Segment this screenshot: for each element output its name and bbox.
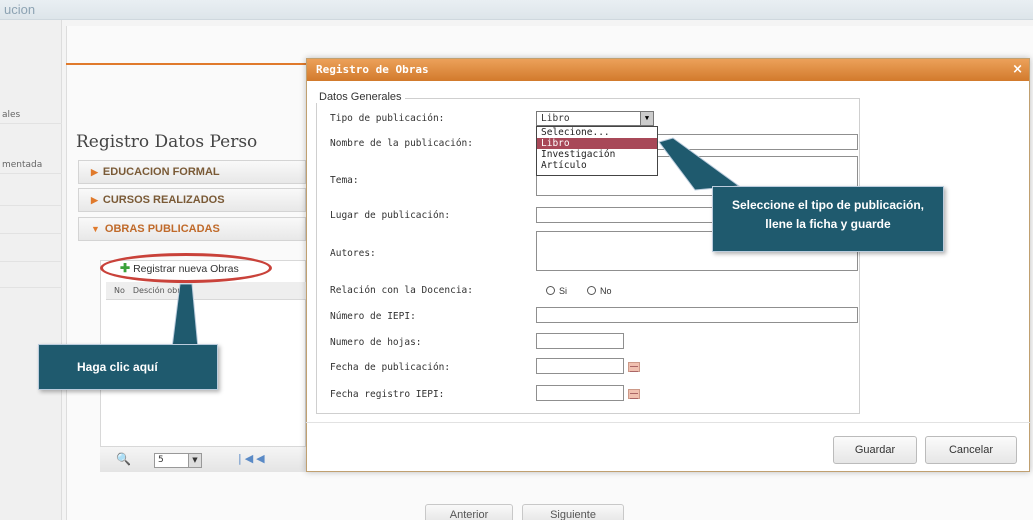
dropdown-option[interactable]: Investigación — [537, 149, 657, 160]
click-here-callout: Haga clic aquí — [38, 344, 218, 390]
hojas-label: Numero de hojas: — [330, 337, 422, 348]
nav-item[interactable] — [0, 270, 62, 288]
fieldset-legend: Datos Generales — [316, 91, 405, 103]
column-header[interactable]: No — [114, 286, 125, 295]
chevron-right-icon: ▶ — [91, 167, 98, 177]
iepi-label: Número de IEPI: — [330, 311, 416, 322]
section-cursos-realizados[interactable]: ▶ CURSOS REALIZADOS — [78, 188, 306, 212]
chevron-down-icon: ▼ — [640, 112, 653, 125]
dropdown-option[interactable]: Artículo — [537, 160, 657, 171]
dialog-title: Registro de Obras — [307, 59, 1029, 81]
calendar-icon[interactable] — [628, 389, 640, 399]
left-nav: ales mentada — [0, 20, 62, 520]
page-size-select[interactable]: 5 ▼ — [154, 453, 202, 468]
nav-item[interactable] — [0, 216, 62, 234]
section-educacion-formal[interactable]: ▶ EDUCACION FORMAL — [78, 160, 306, 184]
column-header[interactable]: Desc — [133, 286, 153, 295]
nombre-label: Nombre de la publicación: — [330, 138, 473, 149]
chevron-right-icon: ▶ — [91, 195, 98, 205]
hojas-input[interactable] — [536, 333, 624, 349]
relacion-no-radio[interactable] — [587, 286, 596, 295]
dropdown-option[interactable]: Selecione... — [537, 127, 657, 138]
fecha-pub-input[interactable] — [536, 358, 624, 374]
relacion-si-radio[interactable] — [546, 286, 555, 295]
tipo-selected-value: Libro — [541, 113, 570, 124]
relacion-si-label: Si — [559, 286, 568, 296]
section-label: OBRAS PUBLICADAS — [104, 223, 220, 235]
section-label: EDUCACION FORMAL — [102, 166, 220, 178]
chevron-down-icon: ▼ — [188, 454, 201, 467]
page-size-value: 5 — [158, 455, 164, 465]
calendar-icon[interactable] — [628, 362, 640, 372]
save-button[interactable]: Guardar — [833, 436, 917, 464]
nav-item[interactable]: mentada — [0, 156, 62, 174]
nav-item[interactable] — [0, 244, 62, 262]
relacion-label: Relación con la Docencia: — [330, 285, 473, 296]
page-title: Registro Datos Perso — [76, 132, 258, 152]
relacion-no-label: No — [600, 286, 612, 296]
dialog-footer-divider — [306, 422, 1030, 423]
search-icon[interactable]: 🔍 — [116, 452, 131, 466]
autores-label: Autores: — [330, 248, 376, 259]
section-label: CURSOS REALIZADOS — [102, 194, 225, 206]
nav-item[interactable]: ales — [0, 106, 62, 124]
first-page-icon[interactable]: |◀◀ — [238, 452, 268, 465]
grid-pager: 🔍 5 ▼ |◀◀ — [100, 446, 306, 472]
nav-item[interactable] — [0, 188, 62, 206]
tipo-select[interactable]: Libro ▼ — [536, 111, 654, 126]
top-bar: ucion — [0, 0, 1033, 20]
close-icon[interactable]: × — [1012, 59, 1023, 81]
callout-pointer — [171, 283, 199, 349]
cancel-button[interactable]: Cancelar — [925, 436, 1017, 464]
section-obras-publicadas[interactable]: ▼ OBRAS PUBLICADAS — [78, 217, 306, 241]
fecha-pub-label: Fecha de publicación: — [330, 362, 451, 373]
tipo-dropdown-list: Selecione... Libro Investigación Artícul… — [536, 126, 658, 176]
next-button[interactable]: Siguiente — [522, 504, 624, 520]
dropdown-option[interactable]: Libro — [537, 138, 657, 149]
prev-button[interactable]: Anterior — [425, 504, 513, 520]
highlight-oval — [100, 253, 272, 283]
iepi-input[interactable] — [536, 307, 858, 323]
tipo-label: Tipo de publicación: — [330, 113, 445, 124]
fecha-iepi-label: Fecha registro IEPI: — [330, 389, 445, 400]
header-divider — [66, 63, 306, 65]
select-type-callout: Seleccione el tipo de publicación, llene… — [712, 186, 944, 252]
chevron-down-icon: ▼ — [91, 224, 100, 234]
tema-label: Tema: — [330, 175, 359, 186]
brand-text: ucion — [4, 2, 36, 17]
lugar-label: Lugar de publicación: — [330, 210, 451, 221]
fecha-iepi-input[interactable] — [536, 385, 624, 401]
